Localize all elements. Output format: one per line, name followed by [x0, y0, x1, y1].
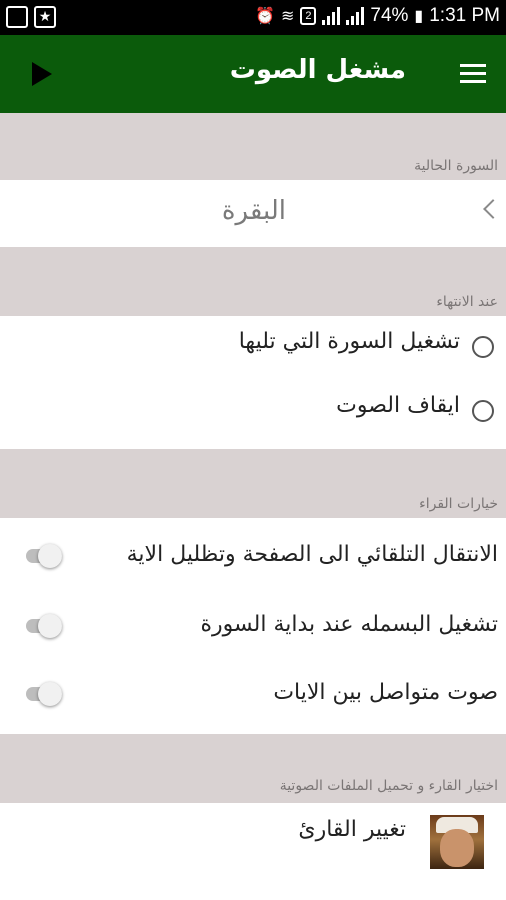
toggle-row-auto-scroll[interactable]: الانتقال التلقائي الى الصفحة وتظليل الاي…: [0, 524, 506, 594]
app-bar: مشغل الصوت: [0, 35, 506, 113]
on-end-label: عند الانتهاء: [436, 294, 498, 310]
radio-stop-audio[interactable]: ايقاف الصوت: [0, 388, 506, 444]
screen-icon: [6, 6, 28, 28]
toggle-row-continuous[interactable]: صوت متواصل بين الايات: [0, 662, 506, 732]
status-right: ⏰ ≋ 2 74% ▮ 1:31 PM: [255, 5, 500, 27]
sim-2-icon: 2: [300, 7, 317, 25]
status-bar: ★ ⏰ ≋ 2 74% ▮ 1:31 PM: [0, 0, 506, 35]
wifi-icon: ≋: [280, 8, 295, 25]
toggle-row-basmala[interactable]: تشغيل البسمله عند بداية السورة: [0, 594, 506, 664]
change-reader-label: تغيير القارئ: [298, 817, 406, 842]
battery-icon: ▮: [414, 8, 424, 25]
play-icon[interactable]: [32, 62, 52, 86]
on-end-options: تشغيل السورة التي تليها ايقاف الصوت: [0, 316, 506, 449]
current-surah-label: السورة الحالية: [414, 158, 498, 174]
basmala-toggle[interactable]: [26, 614, 66, 638]
reader-select-label: اختيار القارء و تحميل الملفات الصوتية: [279, 778, 498, 794]
toggle-label: تشغيل البسمله عند بداية السورة: [200, 612, 498, 637]
radio-label: تشغيل السورة التي تليها: [238, 329, 460, 354]
auto-scroll-toggle[interactable]: [26, 544, 66, 568]
alarm-icon: ⏰: [255, 8, 275, 25]
current-surah-row[interactable]: البقرة: [0, 180, 506, 247]
battery-percent: 74%: [370, 5, 409, 26]
signal-icon-2: [346, 7, 365, 25]
change-reader-row[interactable]: تغيير القارئ: [0, 803, 506, 900]
clock: 1:31 PM: [429, 5, 500, 26]
toggle-label: الانتقال التلقائي الى الصفحة وتظليل الاي…: [126, 542, 498, 567]
continuous-audio-toggle[interactable]: [26, 682, 66, 706]
reader-options-label: خيارات القراء: [419, 496, 498, 512]
star-icon: ★: [34, 6, 56, 28]
radio-next-surah[interactable]: تشغيل السورة التي تليها: [0, 324, 506, 380]
reader-avatar: [430, 815, 484, 869]
menu-icon[interactable]: [460, 64, 486, 88]
current-surah-value: البقرة: [221, 196, 286, 226]
page-title: مشغل الصوت: [229, 55, 406, 85]
chevron-left-icon: [483, 199, 503, 219]
signal-icon: [322, 7, 341, 25]
radio-button[interactable]: [472, 400, 494, 422]
radio-label: ايقاف الصوت: [336, 393, 460, 418]
toggle-label: صوت متواصل بين الايات: [273, 680, 498, 705]
reader-options: الانتقال التلقائي الى الصفحة وتظليل الاي…: [0, 518, 506, 734]
status-left-icons: ★: [6, 6, 56, 28]
radio-button[interactable]: [472, 336, 494, 358]
